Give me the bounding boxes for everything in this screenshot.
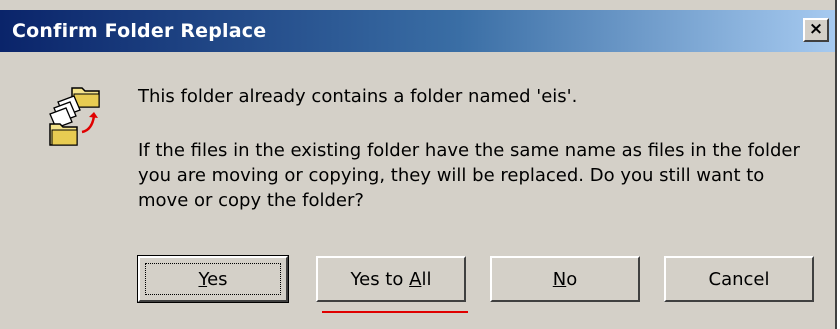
message-line: This folder already contains a folder na… [138,86,578,107]
cancel-button[interactable]: Cancel [664,256,814,302]
dialog-title: Confirm Folder Replace [12,20,267,42]
cancel-button-label: Cancel [708,268,770,290]
no-button-label: No [552,268,578,290]
close-button[interactable]: × [803,18,829,42]
focus-rectangle [145,263,281,295]
message-paragraph: If the files in the existing folder have… [138,140,800,211]
title-bar[interactable]: Confirm Folder Replace × [0,10,835,52]
close-icon: × [808,19,824,39]
yes-button[interactable]: Yes [137,255,289,303]
yes-to-all-button[interactable]: Yes to All [316,256,466,302]
folder-replace-icon [49,87,100,146]
confirm-folder-replace-dialog: Confirm Folder Replace × This folder alr… [0,0,837,329]
no-button[interactable]: No [490,256,640,302]
highlight-underline [322,311,468,313]
yes-to-all-button-label: Yes to All [350,268,432,290]
